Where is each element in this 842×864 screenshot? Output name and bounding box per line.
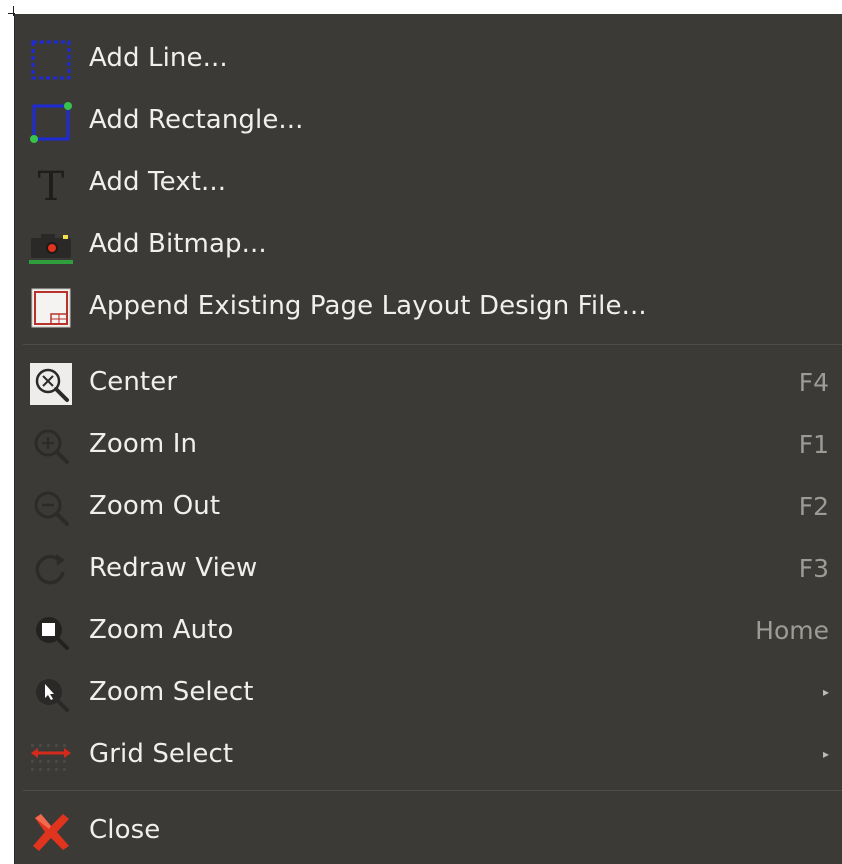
grid-select-icon xyxy=(29,734,73,778)
menu-item-append-layout[interactable]: Append Existing Page Layout Design File.… xyxy=(15,276,842,336)
menu-item-zoom-out[interactable]: Zoom Out F2 xyxy=(15,476,842,536)
page-layout-file-icon xyxy=(29,286,73,330)
menu-item-label: Add Bitmap... xyxy=(89,229,267,259)
shortcut-label: F4 xyxy=(798,367,829,397)
zoom-in-icon xyxy=(29,424,73,468)
svg-text:T: T xyxy=(38,164,65,206)
menu-item-label: Add Rectangle... xyxy=(89,105,304,135)
menu-item-add-line[interactable]: Add Line... xyxy=(15,28,842,88)
menu-item-add-bitmap[interactable]: Add Bitmap... xyxy=(15,214,842,274)
menu-item-label: Grid Select xyxy=(89,739,234,769)
shortcut-label: F1 xyxy=(798,429,829,459)
menu-item-center[interactable]: Center F4 xyxy=(15,352,842,412)
menu-item-zoom-in[interactable]: Zoom In F1 xyxy=(15,414,842,474)
menu-item-label: Zoom Select xyxy=(89,677,254,707)
menu-item-grid-select[interactable]: Grid Select ▸ xyxy=(15,724,842,784)
menu-item-add-rectangle[interactable]: Add Rectangle... xyxy=(15,90,842,150)
zoom-auto-icon xyxy=(29,610,73,654)
add-rectangle-icon xyxy=(29,100,73,144)
menu-item-label: Zoom Auto xyxy=(89,615,234,645)
menu-item-label: Zoom In xyxy=(89,429,198,459)
menu-item-label: Append Existing Page Layout Design File.… xyxy=(89,291,647,321)
shortcut-label: F3 xyxy=(798,553,829,583)
add-text-icon: T xyxy=(29,162,73,210)
zoom-select-icon xyxy=(29,672,73,716)
shortcut-label: F2 xyxy=(798,491,829,521)
zoom-out-icon xyxy=(29,486,73,530)
menu-item-redraw-view[interactable]: Redraw View F3 xyxy=(15,538,842,598)
menu-item-close[interactable]: Close xyxy=(15,800,842,860)
menu-item-label: Zoom Out xyxy=(89,491,221,521)
menu-item-label: Close xyxy=(89,815,161,845)
menu-item-label: Add Text... xyxy=(89,167,227,197)
window-top-edge xyxy=(4,0,842,14)
submenu-arrow-icon: ▸ xyxy=(822,747,829,761)
menu-item-label: Center xyxy=(89,367,178,397)
redraw-icon xyxy=(29,548,73,592)
shortcut-label: Home xyxy=(755,615,829,645)
menu-item-zoom-auto[interactable]: Zoom Auto Home xyxy=(15,600,842,660)
add-bitmap-icon xyxy=(29,224,73,268)
menu-item-label: Add Line... xyxy=(89,43,228,73)
menu-separator xyxy=(23,344,842,345)
menu-item-add-text[interactable]: T Add Text... xyxy=(15,152,842,212)
context-menu: Add Line... Add Rectangle... T Add Text.… xyxy=(14,14,842,864)
close-icon xyxy=(29,810,73,854)
menu-item-zoom-select[interactable]: Zoom Select ▸ xyxy=(15,662,842,722)
menu-separator xyxy=(23,790,842,791)
center-icon xyxy=(29,362,73,406)
menu-item-label: Redraw View xyxy=(89,553,258,583)
submenu-arrow-icon: ▸ xyxy=(822,685,829,699)
add-line-icon xyxy=(29,38,73,82)
